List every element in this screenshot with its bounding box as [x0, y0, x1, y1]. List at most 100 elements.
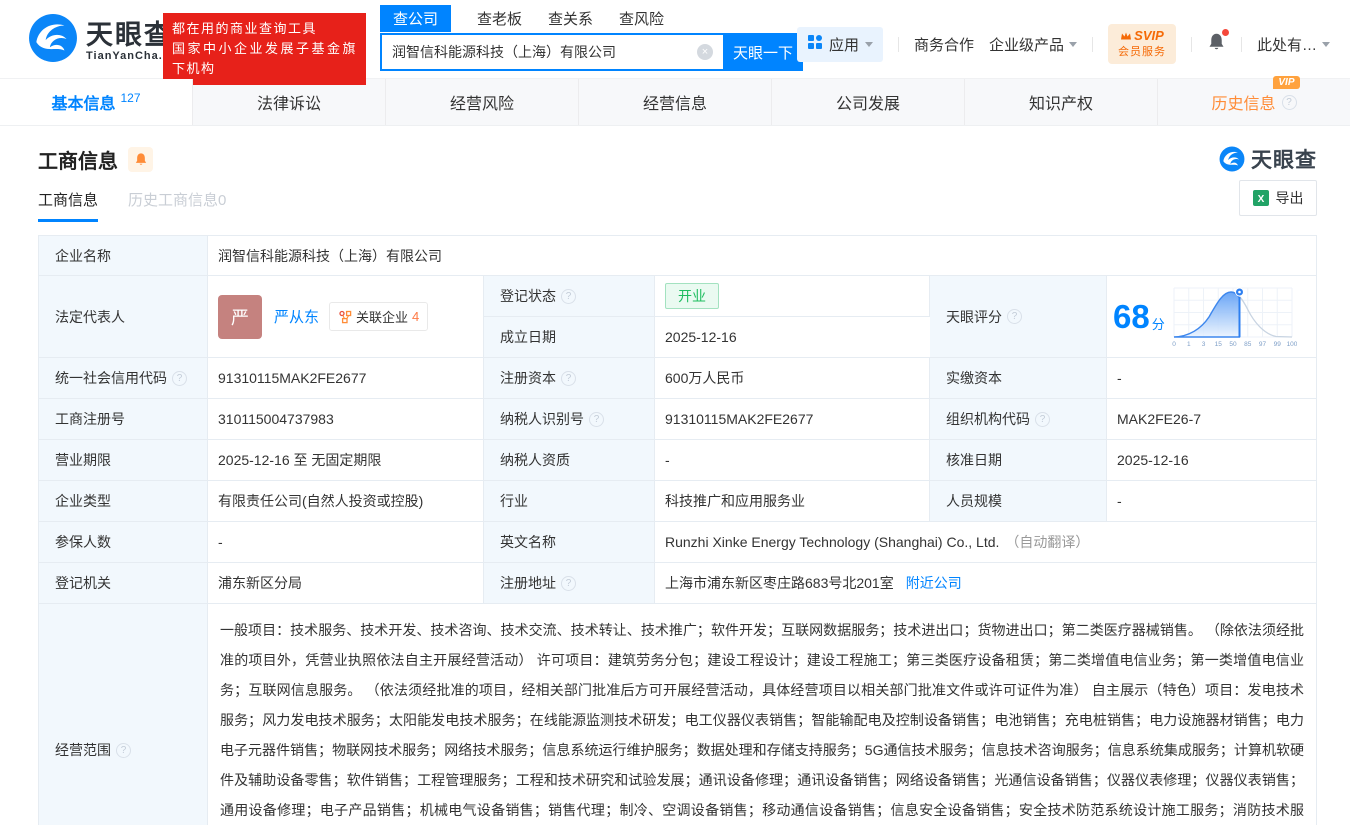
field-label: 注册地址?: [484, 563, 655, 604]
svg-text:85: 85: [1244, 341, 1252, 348]
table-row: 登记机关 浦东新区分局 注册地址? 上海市浦东新区枣庄路683号北201室 附近…: [39, 563, 1316, 604]
tab-legal-proceedings[interactable]: 法律诉讼: [193, 79, 386, 125]
search-tab-relation[interactable]: 查关系: [548, 8, 593, 29]
subtab-history-business-info[interactable]: 历史工商信息0: [128, 189, 226, 222]
field-label: 英文名称: [484, 522, 655, 563]
tab-company-development[interactable]: 公司发展: [772, 79, 965, 125]
vip-badge: VIP: [1273, 76, 1299, 89]
svg-text:99: 99: [1273, 341, 1281, 348]
company-name-value: 润智信科能源科技（上海）有限公司: [208, 236, 1316, 276]
slogan-banner: 都在用的商业查询工具 国家中小企业发展子基金旗下机构: [163, 13, 366, 85]
field-label: 经营范围?: [39, 604, 208, 825]
field-label: 实缴资本: [930, 358, 1107, 399]
related-companies-badge[interactable]: 关联企业 4: [329, 302, 428, 331]
search-input[interactable]: [380, 33, 723, 71]
tab-count: 127: [120, 91, 140, 105]
svg-text:1: 1: [1187, 341, 1191, 348]
business-info-table: 企业名称 润智信科能源科技（上海）有限公司 法定代表人 严 严从东 关联企业 4…: [38, 235, 1317, 825]
help-icon[interactable]: ?: [1282, 95, 1297, 110]
status-badge: 开业: [665, 283, 719, 309]
svip-member-service[interactable]: SVIP 会员服务: [1108, 24, 1176, 64]
score-unit: 分: [1152, 314, 1165, 333]
field-label: 企业名称: [39, 236, 208, 276]
field-label: 参保人数: [39, 522, 208, 563]
avatar[interactable]: 严: [218, 295, 262, 339]
subscribe-bell-icon[interactable]: [128, 147, 153, 172]
field-label: 纳税人识别号?: [484, 399, 655, 440]
help-icon[interactable]: ?: [589, 412, 604, 427]
tab-operating-info[interactable]: 经营信息: [579, 79, 772, 125]
help-icon[interactable]: ?: [1007, 309, 1022, 324]
field-label: 成立日期: [484, 317, 655, 358]
section-title: 工商信息: [38, 145, 118, 174]
table-row: 企业名称 润智信科能源科技（上海）有限公司: [39, 236, 1316, 276]
search-tab-boss[interactable]: 查老板: [477, 8, 522, 29]
score-distribution-chart: 0 1 3 15 50 85 97 99 100: [1169, 285, 1297, 349]
field-label: 纳税人资质: [484, 440, 655, 481]
legal-rep-cell: 严 严从东 关联企业 4: [208, 276, 484, 358]
registration-authority-value: 浦东新区分局: [208, 563, 484, 604]
help-icon[interactable]: ?: [561, 371, 576, 386]
subtab-business-info[interactable]: 工商信息: [38, 189, 98, 222]
tianyan-score-cell: 68 分: [1107, 276, 1316, 358]
export-button[interactable]: X 导出: [1239, 180, 1317, 216]
table-row: 工商注册号 310115004737983 纳税人识别号? 91310115MA…: [39, 399, 1316, 440]
tab-operating-risk[interactable]: 经营风险: [386, 79, 579, 125]
watermark-logo: 天眼查: [1219, 144, 1317, 174]
svg-text:X: X: [1257, 194, 1264, 205]
field-label: 行业: [484, 481, 655, 522]
crown-icon: [1120, 31, 1132, 41]
table-row: 营业期限 2025-12-16 至 无固定期限 纳税人资质 - 核准日期 202…: [39, 440, 1316, 481]
network-icon: [338, 310, 352, 324]
registration-number-value: 310115004737983: [208, 399, 484, 440]
tab-history-info[interactable]: 历史信息 VIP ?: [1158, 79, 1350, 125]
field-label: 登记状态?: [484, 276, 655, 317]
apps-menu[interactable]: 应用: [797, 27, 883, 62]
tab-basic-info[interactable]: 基本信息127: [0, 79, 193, 125]
table-row: 参保人数 - 英文名称 Runzhi Xinke Energy Technolo…: [39, 522, 1316, 563]
notification-bell-icon[interactable]: [1207, 32, 1226, 56]
establish-date-value: 2025-12-16: [655, 317, 930, 358]
search-button[interactable]: 天眼一下: [723, 33, 803, 71]
svg-text:97: 97: [1259, 341, 1267, 348]
field-label: 法定代表人: [39, 276, 208, 358]
svg-text:3: 3: [1201, 341, 1205, 348]
nav-more[interactable]: 此处有…: [1257, 34, 1330, 55]
company-tab-bar: 基本信息127 法律诉讼 经营风险 经营信息 公司发展 知识产权 历史信息 VI…: [0, 78, 1350, 126]
top-header: 天眼查 TianYanCha.com 都在用的商业查询工具 国家中小企业发展子基…: [0, 0, 1350, 78]
grid-icon: [807, 34, 823, 54]
search-tab-risk[interactable]: 查风险: [619, 8, 664, 29]
subtab-row: 工商信息 历史工商信息0 X 导出: [38, 188, 1317, 222]
field-label: 企业类型: [39, 481, 208, 522]
tab-intellectual-property[interactable]: 知识产权: [965, 79, 1158, 125]
help-icon[interactable]: ?: [1035, 412, 1050, 427]
clear-input-icon[interactable]: ×: [697, 44, 713, 60]
help-icon[interactable]: ?: [561, 289, 576, 304]
field-label: 注册资本?: [484, 358, 655, 399]
taxpayer-quality-value: -: [655, 440, 930, 481]
help-icon[interactable]: ?: [116, 743, 131, 758]
insured-count-value: -: [208, 522, 484, 563]
field-label: 人员规模: [930, 481, 1107, 522]
logo-swirl-icon: [28, 13, 78, 68]
svg-text:15: 15: [1214, 341, 1222, 348]
help-icon[interactable]: ?: [172, 371, 187, 386]
approval-date-value: 2025-12-16: [1107, 440, 1316, 481]
field-label: 统一社会信用代码?: [39, 358, 208, 399]
help-icon[interactable]: ?: [561, 576, 576, 591]
nearby-companies-link[interactable]: 附近公司: [906, 573, 962, 593]
taxpayer-id-value: 91310115MAK2FE2677: [655, 399, 930, 440]
credit-code-value: 91310115MAK2FE2677: [208, 358, 484, 399]
company-type-value: 有限责任公司(自然人投资或控股): [208, 481, 484, 522]
field-label: 天眼评分?: [930, 276, 1107, 358]
excel-icon: X: [1253, 190, 1269, 206]
chevron-down-icon: [1069, 42, 1077, 47]
search-tab-company[interactable]: 查公司: [380, 5, 451, 32]
field-label: 营业期限: [39, 440, 208, 481]
header-nav: 应用 商务合作 企业级产品 SVIP 会员服务 此处有…: [797, 24, 1330, 64]
chevron-down-icon: [865, 42, 873, 47]
legal-rep-link[interactable]: 严从东: [274, 306, 319, 327]
industry-value: 科技推广和应用服务业: [655, 481, 930, 522]
nav-enterprise-products[interactable]: 企业级产品: [989, 34, 1077, 55]
nav-cooperation[interactable]: 商务合作: [914, 34, 974, 55]
